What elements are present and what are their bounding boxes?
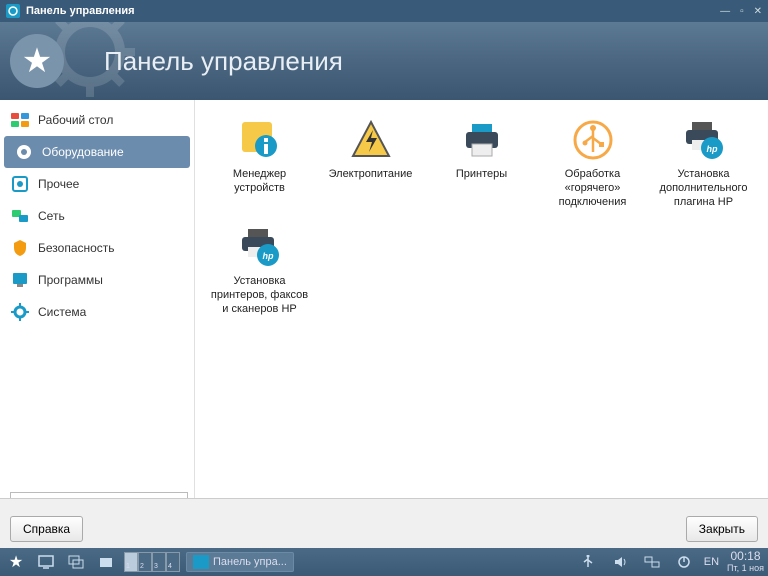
start-button[interactable]: ★ <box>4 551 28 573</box>
sidebar: Рабочий стол Оборудование Прочее Сеть Бе <box>0 100 195 518</box>
item-power[interactable]: Электропитание <box>316 112 425 213</box>
maximize-button[interactable]: ▫ <box>740 6 744 17</box>
item-hotplug[interactable]: Обработка «горячего» подключения <box>538 112 647 213</box>
sidebar-item-network[interactable]: Сеть <box>0 200 194 232</box>
sidebar-item-hardware[interactable]: Оборудование <box>4 136 190 168</box>
sidebar-item-label: Рабочий стол <box>38 113 113 127</box>
footer-bar: Справка Закрыть <box>0 498 768 548</box>
files-button[interactable] <box>94 551 118 573</box>
pager-3[interactable]: 3 <box>152 552 166 572</box>
app-icon <box>6 4 20 18</box>
item-label: Установка дополнительного плагина HP <box>654 168 754 209</box>
printer-icon <box>458 116 506 164</box>
sidebar-item-label: Безопасность <box>38 241 115 255</box>
item-label: Установка принтеров, факсов и сканеров H… <box>210 275 310 316</box>
tray-volume-icon[interactable] <box>608 551 632 573</box>
svg-text:hp: hp <box>706 144 717 154</box>
window-title: Панель управления <box>26 5 720 17</box>
app-icon <box>193 555 209 569</box>
star-icon: ★ <box>9 552 23 572</box>
network-icon <box>10 206 30 226</box>
item-device-manager[interactable]: Менеджер устройств <box>205 112 314 213</box>
sidebar-item-other[interactable]: Прочее <box>0 168 194 200</box>
tray-network-icon[interactable] <box>640 551 664 573</box>
tray-usb-icon[interactable] <box>576 551 600 573</box>
header-banner: ★ Панель управления <box>0 22 768 100</box>
taskbar: ★ 1 2 3 4 Панель упра... EN 00:18 Пт, 1 … <box>0 548 768 576</box>
pager-2[interactable]: 2 <box>138 552 152 572</box>
star-icon: ★ <box>22 41 52 81</box>
sidebar-item-security[interactable]: Безопасность <box>0 232 194 264</box>
programs-icon <box>10 270 30 290</box>
titlebar: Панель управления — ▫ ✕ <box>0 0 768 22</box>
clock-time: 00:18 <box>727 550 764 563</box>
device-manager-icon <box>236 116 284 164</box>
header-badge: ★ <box>10 34 64 88</box>
other-icon <box>10 174 30 194</box>
taskbar-app-control-panel[interactable]: Панель упра... <box>186 552 294 572</box>
pager-4[interactable]: 4 <box>166 552 180 572</box>
sidebar-item-system[interactable]: Система <box>0 296 194 328</box>
power-icon <box>347 116 395 164</box>
main-panel: Менеджер устройств Электропитание Принте… <box>195 100 768 518</box>
item-printers[interactable]: Принтеры <box>427 112 536 213</box>
shield-icon <box>10 238 30 258</box>
taskbar-app-label: Панель упра... <box>213 556 287 568</box>
gear-icon <box>10 302 30 322</box>
hardware-icon <box>14 142 34 162</box>
item-label: Обработка «горячего» подключения <box>543 168 643 209</box>
close-button[interactable]: Закрыть <box>686 516 758 542</box>
window-list-button[interactable] <box>64 551 88 573</box>
taskbar-clock[interactable]: 00:18 Пт, 1 ноя <box>727 550 764 573</box>
tray-language[interactable]: EN <box>704 556 719 568</box>
minimize-button[interactable]: — <box>720 6 730 17</box>
tray-power-icon[interactable] <box>672 551 696 573</box>
sidebar-item-label: Оборудование <box>42 145 124 159</box>
clock-date: Пт, 1 ноя <box>727 564 764 574</box>
item-hp-plugin[interactable]: hp Установка дополнительного плагина HP <box>649 112 758 213</box>
svg-text:hp: hp <box>262 251 273 261</box>
usb-icon <box>569 116 617 164</box>
workspace-pager[interactable]: 1 2 3 4 <box>124 552 180 572</box>
sidebar-item-label: Программы <box>38 273 103 287</box>
sidebar-item-programs[interactable]: Программы <box>0 264 194 296</box>
item-hp-setup[interactable]: hp Установка принтеров, факсов и сканеро… <box>205 219 314 320</box>
pager-1[interactable]: 1 <box>124 552 138 572</box>
item-label: Менеджер устройств <box>210 168 310 196</box>
content-area: Рабочий стол Оборудование Прочее Сеть Бе <box>0 100 768 518</box>
close-window-button[interactable]: ✕ <box>754 6 762 17</box>
hp-setup-icon: hp <box>236 223 284 271</box>
hp-plugin-icon: hp <box>680 116 728 164</box>
sidebar-item-desktop[interactable]: Рабочий стол <box>0 104 194 136</box>
desktop-icon <box>10 110 30 130</box>
sidebar-item-label: Прочее <box>38 177 79 191</box>
sidebar-item-label: Сеть <box>38 209 65 223</box>
show-desktop-button[interactable] <box>34 551 58 573</box>
item-label: Принтеры <box>456 168 507 182</box>
item-label: Электропитание <box>329 168 413 182</box>
help-button[interactable]: Справка <box>10 516 83 542</box>
sidebar-item-label: Система <box>38 305 86 319</box>
